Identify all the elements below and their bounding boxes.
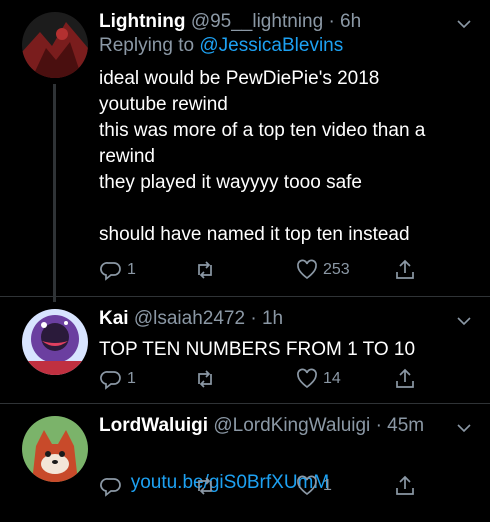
retweet-button[interactable] — [193, 258, 221, 282]
avatar[interactable] — [22, 416, 88, 482]
retweet-icon — [198, 477, 212, 495]
tweet[interactable]: Lightning @95__lightning · 6h Replying t… — [0, 0, 490, 302]
user-handle[interactable]: @LordKingWaluigi — [213, 415, 370, 436]
like-count: 14 — [323, 370, 341, 387]
share-icon — [396, 368, 414, 388]
retweet-icon — [198, 370, 212, 388]
share-button[interactable] — [393, 258, 417, 282]
like-count: 253 — [323, 261, 350, 278]
share-button[interactable] — [393, 367, 417, 391]
user-handle[interactable]: @lsaiah2472 — [134, 308, 245, 329]
retweet-icon — [198, 261, 212, 279]
like-count: 1 — [323, 477, 332, 494]
tweet-header: LordWaluigi @LordKingWaluigi · 45m — [99, 414, 470, 438]
tweet-header: Kai @lsaiah2472 · 1h — [99, 307, 470, 331]
replying-to-link[interactable]: @JessicaBlevins — [199, 35, 343, 56]
chevron-down-icon[interactable] — [456, 16, 472, 32]
reply-count: 1 — [127, 370, 136, 387]
share-button[interactable] — [393, 474, 417, 498]
reply-button[interactable]: 1 — [99, 258, 136, 282]
like-button[interactable]: 1 — [295, 474, 332, 498]
reply-icon — [100, 478, 121, 497]
share-icon — [396, 475, 414, 495]
reply-button[interactable]: 1 — [99, 367, 136, 391]
timestamp[interactable]: · 6h — [328, 11, 361, 32]
reply-icon — [100, 262, 121, 281]
display-name[interactable]: Lightning — [99, 11, 186, 32]
tweet[interactable]: LordWaluigi @LordKingWaluigi · 45m youtu… — [0, 404, 490, 512]
timestamp[interactable]: · 45m — [376, 415, 425, 436]
tweet-text: ideal would be PewDiePie's 2018 youtube … — [99, 68, 426, 245]
reply-icon — [100, 371, 121, 390]
tweet-header: Lightning @95__lightning · 6h — [99, 10, 470, 34]
reply-count: 1 — [127, 261, 136, 278]
like-button[interactable]: 253 — [295, 258, 350, 282]
heart-icon — [297, 368, 317, 389]
timestamp[interactable]: · 1h — [250, 308, 283, 329]
share-icon — [396, 259, 414, 279]
heart-icon — [297, 475, 317, 496]
reply-button[interactable] — [99, 474, 127, 498]
display-name[interactable]: Kai — [99, 308, 129, 329]
retweet-button[interactable] — [193, 367, 221, 391]
display-name[interactable]: LordWaluigi — [99, 415, 208, 436]
tweet-text: TOP TEN NUMBERS FROM 1 TO 10 — [99, 339, 416, 360]
user-handle[interactable]: @95__lightning — [191, 11, 323, 32]
thread-line — [53, 84, 56, 302]
like-button[interactable]: 14 — [295, 367, 341, 391]
retweet-button[interactable] — [193, 474, 221, 498]
tweet[interactable]: Kai @lsaiah2472 · 1h TOP TEN NUMBERS FRO… — [0, 297, 490, 407]
heart-icon — [297, 259, 317, 280]
replying-label: Replying to — [99, 35, 195, 56]
chevron-down-icon[interactable] — [456, 313, 472, 329]
avatar[interactable] — [22, 12, 88, 78]
chevron-down-icon[interactable] — [456, 420, 472, 436]
replying-to: Replying to @JessicaBlevins — [99, 34, 470, 58]
avatar[interactable] — [22, 309, 88, 375]
